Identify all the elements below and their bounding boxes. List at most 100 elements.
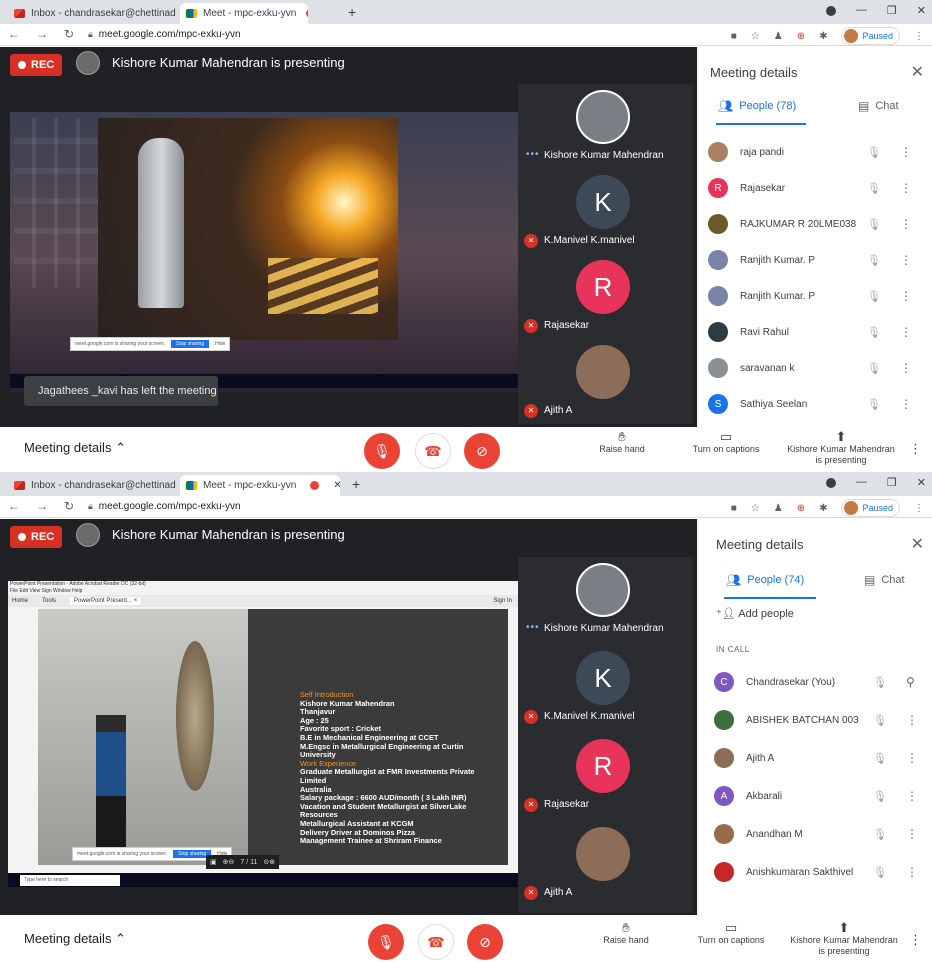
list-item[interactable]: Ranjith Kumar. P 🎙︎ ⋮	[708, 245, 928, 275]
list-item[interactable]: R Rajasekar 🎙︎ ⋮	[708, 173, 928, 203]
more-options-icon[interactable]: ⋮	[900, 145, 912, 159]
list-item[interactable]: Ajith A 🎙︎ ⋮	[714, 743, 932, 773]
participant-tile[interactable]: R ✕ Rajasekar	[518, 733, 693, 818]
camera-toggle-button[interactable]: ⊘	[464, 433, 500, 469]
close-window-button[interactable]: ✕	[917, 4, 926, 17]
presenting-button[interactable]: ⬆︎ Kishore Kumar Mahendran is presenting	[786, 430, 896, 466]
more-options-icon[interactable]: ⋮	[909, 932, 922, 948]
pin-icon[interactable]: ⚲	[906, 675, 915, 689]
home-tab[interactable]: Home	[12, 598, 28, 604]
participant-tile[interactable]: K ✕ K.Manivel K.manivel	[518, 169, 693, 254]
tab-meet[interactable]: Meet - mpc-exku-yvn ✕	[180, 3, 308, 24]
taskbar-search[interactable]: Type here to search	[20, 874, 120, 886]
participant-tile[interactable]: K ✕ K.Manivel K.manivel	[518, 645, 693, 730]
more-options-icon[interactable]: ⋮	[900, 397, 912, 411]
list-item[interactable]: Ravi Rahul 🎙︎ ⋮	[708, 317, 928, 347]
puzzle-icon[interactable]: ✱	[819, 31, 827, 42]
puzzle-icon[interactable]: ✱	[819, 503, 827, 514]
profile-icon[interactable]	[825, 6, 836, 16]
more-options-icon[interactable]: ⋮	[906, 827, 918, 841]
mic-toggle-button[interactable]: 🎙︎	[368, 924, 404, 960]
extension-icon[interactable]: ⊕	[797, 31, 805, 42]
reload-icon[interactable]: ↻	[64, 499, 74, 513]
maximize-button[interactable]: ❐	[887, 476, 897, 489]
more-options-icon[interactable]: ⋮	[900, 289, 912, 303]
participant-tile[interactable]: ••• Kishore Kumar Mahendran	[518, 84, 693, 169]
list-item[interactable]: Anandhan M 🎙︎ ⋮	[714, 819, 932, 849]
bookmark-star-icon[interactable]: ☆	[751, 503, 760, 514]
raise-hand-button[interactable]: ✋︎ Raise hand	[600, 921, 652, 946]
list-item[interactable]: S Sathiya Seelan 🎙︎ ⋮	[708, 389, 928, 419]
url-field[interactable]: 🔒︎ meet.google.com/mpc-exku-yvn	[88, 29, 241, 40]
menu-icon[interactable]: ⋮	[914, 31, 924, 42]
url-field[interactable]: 🔒︎ meet.google.com/mpc-exku-yvn	[88, 501, 241, 512]
tools-tab[interactable]: Tools	[42, 598, 56, 604]
profile-icon[interactable]	[825, 478, 836, 488]
camera-icon[interactable]: ■	[731, 503, 737, 514]
list-item[interactable]: Ranjith Kumar. P 🎙︎ ⋮	[708, 281, 928, 311]
back-icon[interactable]: ←	[8, 499, 20, 513]
meeting-details-toggle[interactable]: Meeting details ⌃	[24, 440, 126, 456]
raise-hand-button[interactable]: ✋︎ Raise hand	[598, 430, 646, 455]
participant-tile[interactable]: R ✕ Rajasekar	[518, 254, 693, 339]
more-options-icon[interactable]: ⋮	[909, 441, 922, 457]
document-tab[interactable]: PowerPoint Present... ×	[70, 597, 142, 605]
tab-gmail-inbox[interactable]: Inbox - chandrasekar@chettinad ✕	[8, 475, 178, 496]
captions-button[interactable]: ▭ Turn on captions	[692, 921, 770, 946]
bookmark-star-icon[interactable]: ☆	[751, 31, 760, 42]
leave-call-button[interactable]: ☎︎	[418, 924, 454, 960]
list-item[interactable]: saravanan k 🎙︎ ⋮	[708, 353, 928, 383]
list-item[interactable]: A Akbarali 🎙︎ ⋮	[714, 781, 932, 811]
forward-icon[interactable]: →	[36, 499, 48, 513]
profile-paused-button[interactable]: Paused	[841, 27, 900, 45]
mic-toggle-button[interactable]: 🎙︎	[364, 433, 400, 469]
more-options-icon[interactable]: ⋮	[900, 361, 912, 375]
minimize-button[interactable]: —	[856, 476, 867, 489]
sign-in-link[interactable]: Sign In	[493, 598, 512, 604]
more-options-icon[interactable]: ⋮	[906, 713, 918, 727]
close-window-button[interactable]: ✕	[917, 476, 926, 489]
tab-chat[interactable]: ▤ Chat	[858, 99, 899, 113]
captions-button[interactable]: ▭ Turn on captions	[688, 430, 764, 455]
more-options-icon[interactable]: ⋮	[900, 217, 912, 231]
more-options-icon[interactable]: ⋮	[900, 253, 912, 267]
list-item[interactable]: C Chandrasekar (You) 🎙︎ ⚲	[714, 667, 932, 697]
extension-icon[interactable]: ⊕	[797, 503, 805, 514]
page-nav-icon[interactable]: ⊕⊖	[223, 858, 235, 866]
close-icon[interactable]: ✕	[911, 62, 924, 82]
leave-call-button[interactable]: ☎︎	[415, 433, 451, 469]
list-item[interactable]: ABISHEK BATCHAN 003 🎙︎ ⋮	[714, 705, 932, 735]
more-options-icon[interactable]: ⋮	[906, 865, 918, 879]
more-options-icon[interactable]: ⋮	[900, 325, 912, 339]
meeting-details-toggle[interactable]: Meeting details ⌃	[24, 931, 126, 947]
extension-icon[interactable]: ♟	[774, 31, 783, 42]
reload-icon[interactable]: ↻	[64, 27, 74, 41]
extension-icon[interactable]: ♟	[774, 503, 783, 514]
tab-gmail-inbox[interactable]: Inbox - chandrasekar@chettinad ✕	[8, 3, 178, 24]
tab-chat[interactable]: ▤ Chat	[864, 573, 905, 587]
new-tab-button[interactable]: +	[348, 4, 356, 20]
list-item[interactable]: Anishkumaran Sakthivel 🎙︎ ⋮	[714, 857, 932, 887]
forward-icon[interactable]: →	[36, 27, 48, 41]
tab-people[interactable]: 👥︎ People (78)	[718, 99, 796, 113]
tab-people[interactable]: 👥︎ People (74)	[726, 573, 804, 587]
back-icon[interactable]: ←	[8, 27, 20, 41]
camera-toggle-button[interactable]: ⊘	[467, 924, 503, 960]
minimize-button[interactable]: —	[856, 4, 867, 17]
presenting-button[interactable]: ⬆︎ Kishore Kumar Mahendran is presenting	[786, 921, 902, 957]
profile-paused-button[interactable]: Paused	[841, 499, 900, 517]
print-icon[interactable]: ▣	[210, 858, 217, 866]
participant-tile[interactable]: ••• Kishore Kumar Mahendran	[518, 557, 693, 642]
new-tab-button[interactable]: +	[352, 476, 360, 492]
add-people-button[interactable]: ⁺👤︎ Add people	[716, 607, 794, 620]
more-options-icon[interactable]: ⋮	[906, 789, 918, 803]
close-icon[interactable]: ✕	[911, 534, 924, 554]
maximize-button[interactable]: ❐	[887, 4, 897, 17]
participant-tile[interactable]: ✕ Ajith A	[518, 821, 693, 906]
more-options-icon[interactable]: ⋮	[906, 751, 918, 765]
camera-icon[interactable]: ■	[731, 31, 737, 42]
list-item[interactable]: RAJKUMAR R 20LME038 🎙︎ ⋮	[708, 209, 928, 239]
more-options-icon[interactable]: ⋮	[900, 181, 912, 195]
menu-icon[interactable]: ⋮	[914, 503, 924, 514]
close-icon[interactable]: ✕	[333, 480, 340, 491]
